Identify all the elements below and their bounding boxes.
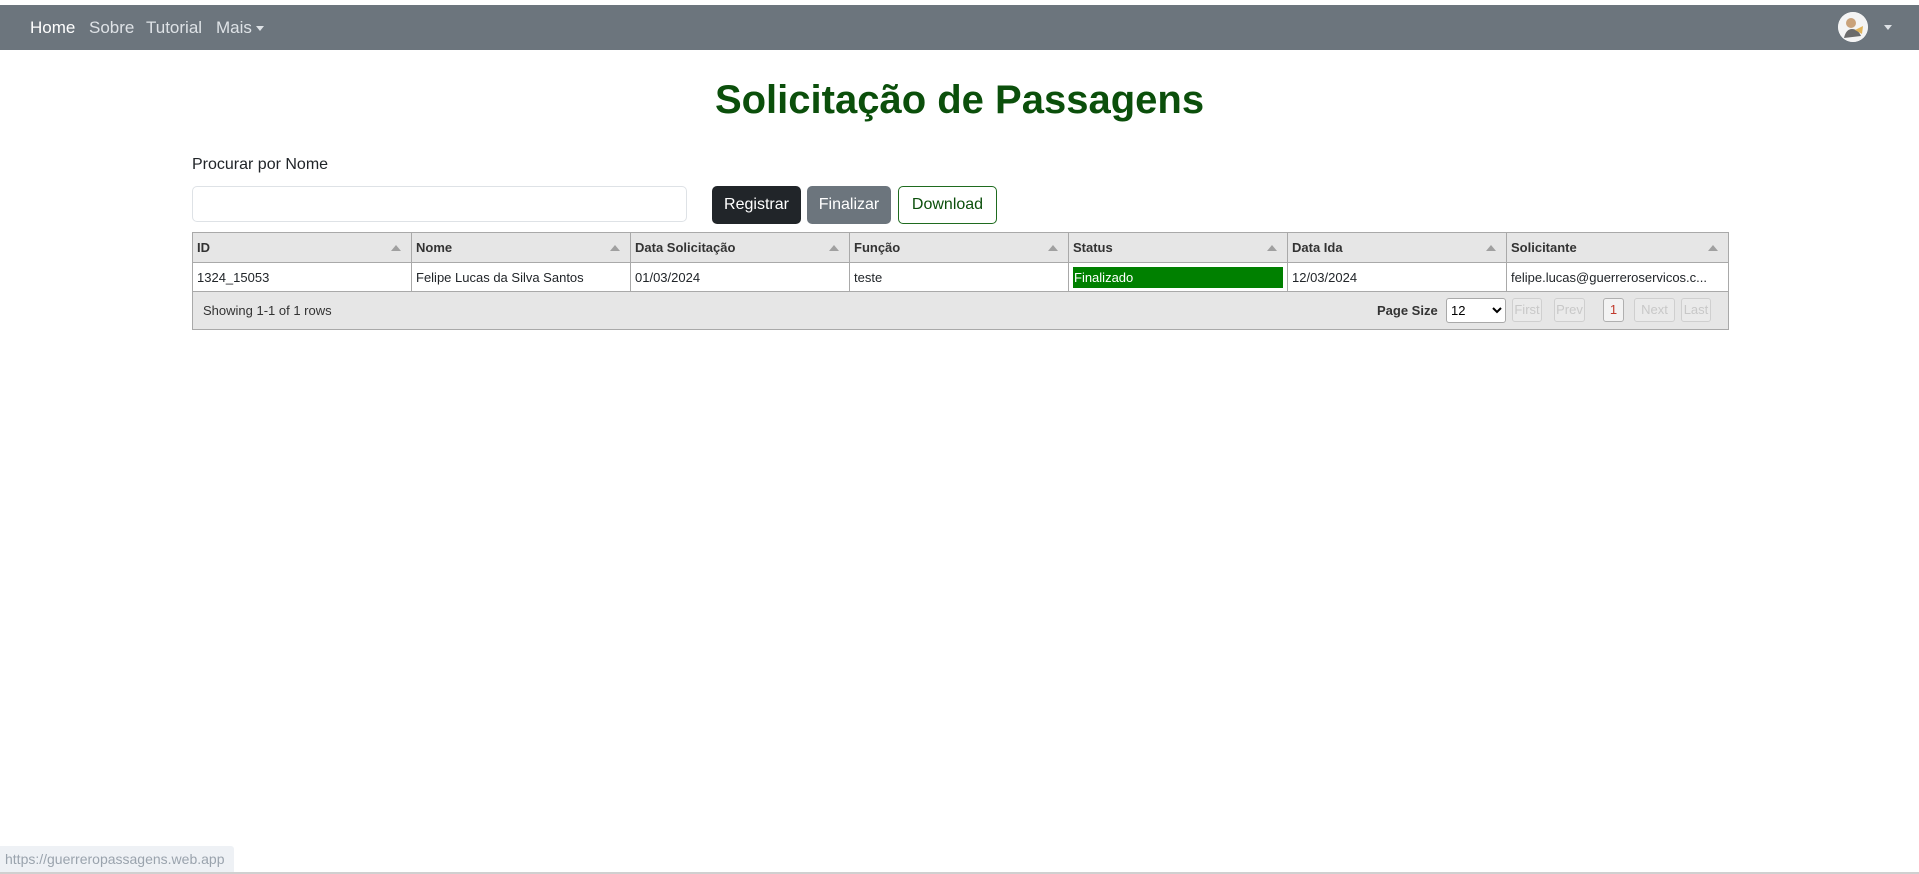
finish-button[interactable]: Finalizar <box>807 186 891 224</box>
cell-nome: Felipe Lucas da Silva Santos <box>412 263 631 291</box>
nav-mais-label: Mais <box>216 18 252 37</box>
status-badge: Finalizado <box>1073 267 1283 288</box>
column-header-id[interactable]: ID <box>193 233 412 262</box>
search-label: Procurar por Nome <box>192 156 329 173</box>
chevron-down-icon <box>255 26 264 32</box>
nav-mais-dropdown[interactable]: Mais <box>216 5 264 50</box>
pager-first-button[interactable]: First <box>1512 298 1542 322</box>
sort-arrow-icon <box>610 245 620 251</box>
search-input[interactable] <box>192 186 687 222</box>
nav-home-link[interactable]: Home <box>30 5 75 50</box>
requests-table: ID Nome Data Solicitação Função Status D… <box>192 232 1729 330</box>
column-header-solicitante[interactable]: Solicitante <box>1507 233 1728 262</box>
cell-id: 1324_15053 <box>193 263 412 291</box>
page-title: Solicitação de Passagens <box>714 78 1205 122</box>
table-header-row: ID Nome Data Solicitação Função Status D… <box>193 233 1728 263</box>
page-size-select[interactable]: 12 <box>1446 298 1506 323</box>
column-header-label: Função <box>854 240 901 255</box>
column-header-label: Status <box>1073 240 1113 255</box>
avatar-icon <box>1838 12 1868 42</box>
browser-status-url: https://guerreropassagens.web.app <box>0 846 235 872</box>
column-header-data-ida[interactable]: Data Ida <box>1288 233 1507 262</box>
navbar: Home Sobre Tutorial Mais <box>0 5 1919 50</box>
sort-arrow-icon <box>829 245 839 251</box>
column-header-funcao[interactable]: Função <box>850 233 1069 262</box>
cell-data-solicitacao: 01/03/2024 <box>631 263 850 291</box>
register-button[interactable]: Registrar <box>712 186 801 224</box>
column-header-nome[interactable]: Nome <box>412 233 631 262</box>
nav-tutorial-link[interactable]: Tutorial <box>146 5 202 50</box>
user-menu-chevron-icon[interactable] <box>1884 25 1892 30</box>
cell-status: Finalizado <box>1069 263 1288 291</box>
rows-info: Showing 1-1 of 1 rows <box>203 303 332 318</box>
column-header-label: Nome <box>416 240 453 255</box>
sort-arrow-icon <box>1048 245 1058 251</box>
cell-funcao: teste <box>850 263 1069 291</box>
sort-arrow-icon <box>1486 245 1496 251</box>
pager-current-page[interactable]: 1 <box>1603 298 1624 322</box>
page-size-label: Page Size <box>1377 303 1438 318</box>
column-header-label: Solicitante <box>1511 240 1577 255</box>
nav-sobre-link[interactable]: Sobre <box>89 5 134 50</box>
pager-prev-button[interactable]: Prev <box>1554 298 1585 322</box>
column-header-label: Data Ida <box>1292 240 1343 255</box>
column-header-status[interactable]: Status <box>1069 233 1288 262</box>
table-row[interactable]: 1324_15053 Felipe Lucas da Silva Santos … <box>193 263 1728 292</box>
pager-next-button[interactable]: Next <box>1634 298 1675 322</box>
sort-arrow-icon <box>391 245 401 251</box>
column-header-label: Data Solicitação <box>635 240 736 255</box>
download-button[interactable]: Download <box>898 186 997 224</box>
pager-last-button[interactable]: Last <box>1681 298 1711 322</box>
column-header-data-solicitacao[interactable]: Data Solicitação <box>631 233 850 262</box>
sort-arrow-icon <box>1708 245 1718 251</box>
sort-arrow-icon <box>1267 245 1277 251</box>
cell-data-ida: 12/03/2024 <box>1288 263 1507 291</box>
cell-solicitante: felipe.lucas@guerreroservicos.c... <box>1511 270 1707 285</box>
column-header-label: ID <box>197 240 210 255</box>
user-avatar[interactable] <box>1838 12 1868 42</box>
table-footer: Showing 1-1 of 1 rows Page Size 12 First… <box>193 292 1728 329</box>
